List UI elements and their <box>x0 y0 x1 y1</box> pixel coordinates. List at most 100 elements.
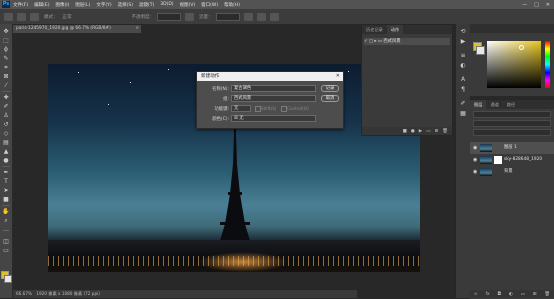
eraser-tool-icon[interactable]: ◇ <box>2 130 10 137</box>
blend-mode-select[interactable] <box>473 120 551 127</box>
action-name-input[interactable]: 复古调色 <box>231 85 316 92</box>
tool-preset-button[interactable] <box>4 12 13 21</box>
smoothing-icon[interactable] <box>256 12 266 21</box>
visibility-eye-icon[interactable]: ◉ <box>473 157 477 163</box>
brush-panel-toggle-icon[interactable] <box>30 12 39 21</box>
layer-style-icon[interactable]: fx <box>485 292 489 297</box>
minimize-icon[interactable]: — <box>522 2 527 8</box>
gradient-tool-icon[interactable]: ▤ <box>2 139 10 146</box>
mode-select[interactable]: 正常 <box>63 14 72 20</box>
delete-icon[interactable]: 🗑 <box>442 129 448 134</box>
rectangle-tool-icon[interactable]: ■ <box>2 196 10 203</box>
properties-panel-icon[interactable]: ≡ <box>459 52 467 59</box>
airbrush-icon[interactable] <box>243 12 253 21</box>
action-check-icon[interactable]: ✓ ▢ ▸ ▭ <box>364 39 382 44</box>
opacity-field[interactable] <box>157 12 181 21</box>
dodge-tool-icon[interactable]: ● <box>2 157 10 164</box>
brush-preset-button[interactable] <box>17 12 26 21</box>
flow-field[interactable] <box>215 12 240 21</box>
menu-select[interactable]: 选择(S) <box>118 2 133 8</box>
path-select-tool-icon[interactable]: ➤ <box>2 187 10 194</box>
layer-row[interactable]: ◉ sky-828648_1920 <box>470 154 554 166</box>
menu-file[interactable]: 文件(F) <box>13 2 28 8</box>
new-set-icon[interactable]: ▭ <box>426 129 430 134</box>
adjustment-layer-icon[interactable]: ◐ <box>509 292 513 297</box>
layer-row[interactable]: ◉ 图层 1 <box>470 142 554 154</box>
menu-help[interactable]: 帮助(H) <box>224 2 240 8</box>
stop-icon[interactable]: ■ <box>403 129 407 134</box>
brush-tool-icon[interactable]: ✐ <box>2 103 10 110</box>
maximize-icon[interactable]: □ <box>534 2 539 8</box>
pressure-opacity-icon[interactable] <box>185 12 194 21</box>
quick-mask-icon[interactable]: ◫ <box>2 238 10 245</box>
group-icon[interactable]: ▭ <box>521 292 525 297</box>
menu-edit[interactable]: 编辑(E) <box>34 2 49 8</box>
cancel-button[interactable]: 取消 <box>321 95 339 102</box>
action-set-item[interactable]: ✓ ▢ ▸ ▭ 西式风景 <box>364 38 450 45</box>
background-color-swatch[interactable] <box>4 275 12 283</box>
tab-paths[interactable]: 路径 <box>503 100 519 109</box>
character-panel-icon[interactable]: A <box>459 76 467 83</box>
close-tab-icon[interactable]: × <box>135 25 139 33</box>
healing-brush-tool-icon[interactable]: ✚ <box>2 94 10 101</box>
menu-layer[interactable]: 图层(L) <box>75 2 90 8</box>
document-tab[interactable]: paris-1245970_1920.jpg @ 66.7% (RGB/8#) … <box>13 25 141 33</box>
link-layers-icon[interactable]: ∞ <box>474 292 478 297</box>
history-panel-icon[interactable]: ⟲ <box>459 28 467 35</box>
action-set-select[interactable]: 西式风景 <box>231 95 316 102</box>
play-icon[interactable]: ▶ <box>419 129 422 134</box>
layer-row[interactable]: ◉ 背景 <box>470 166 554 178</box>
quick-select-tool-icon[interactable]: ✎ <box>2 55 10 62</box>
color-picker-cursor[interactable] <box>519 45 524 50</box>
tab-history[interactable]: 历史记录 <box>362 25 387 34</box>
zoom-tool-icon[interactable]: ⌕ <box>2 217 10 224</box>
menu-image[interactable]: 图像(I) <box>55 2 69 8</box>
menu-filter[interactable]: 滤镜(T) <box>139 2 154 8</box>
visibility-eye-icon[interactable]: ◉ <box>473 145 477 151</box>
more-tools-icon[interactable]: … <box>2 226 10 233</box>
lasso-tool-icon[interactable]: ϕ <box>2 46 10 53</box>
new-layer-icon[interactable]: ⊞ <box>533 292 537 297</box>
color-select[interactable]: ☒ 无 <box>231 115 316 122</box>
actions-panel-icon[interactable]: ▶ <box>459 38 467 45</box>
brushes-panel-icon[interactable]: ✐ <box>459 100 467 107</box>
hand-tool-icon[interactable]: ✋ <box>2 208 10 215</box>
paragraph-panel-icon[interactable]: ¶ <box>459 86 467 93</box>
clone-stamp-tool-icon[interactable]: ♙ <box>2 112 10 119</box>
record-icon[interactable]: ● <box>411 129 415 134</box>
zoom-level[interactable]: 66.67% <box>16 291 32 296</box>
new-action-icon[interactable]: ⊞ <box>435 129 439 134</box>
pen-tool-icon[interactable]: ✒ <box>2 169 10 176</box>
menu-window[interactable]: 窗口(W) <box>201 2 218 8</box>
layer-filter-bar[interactable] <box>473 111 551 118</box>
symmetry-icon[interactable] <box>269 12 279 21</box>
menu-3d[interactable]: 3D(D) <box>160 2 173 7</box>
history-brush-tool-icon[interactable]: ↺ <box>2 121 10 128</box>
marquee-tool-icon[interactable]: ⬚ <box>2 37 10 44</box>
function-key-select[interactable]: 无 <box>231 105 251 112</box>
type-tool-icon[interactable]: T <box>2 178 10 185</box>
tab-actions[interactable]: 动作 <box>386 25 404 34</box>
color-background-swatch[interactable] <box>476 46 485 55</box>
record-button[interactable]: 记录 <box>321 85 339 92</box>
tab-channels[interactable]: 通道 <box>486 100 502 109</box>
screen-mode-icon[interactable]: ▭ <box>2 247 10 254</box>
menu-view[interactable]: 视图(V) <box>180 2 196 8</box>
tab-layers[interactable]: 图层 <box>470 100 487 109</box>
delete-layer-icon[interactable]: 🗑 <box>544 292 550 297</box>
adjustments-panel-icon[interactable]: ◐ <box>459 62 467 69</box>
visibility-eye-icon[interactable]: ◉ <box>473 169 477 175</box>
blur-tool-icon[interactable]: ▲ <box>2 148 10 155</box>
hue-slider[interactable] <box>545 41 550 88</box>
move-tool-icon[interactable]: ✥ <box>2 28 10 35</box>
crop-tool-icon[interactable]: ⌗ <box>2 64 10 71</box>
dialog-close-icon[interactable]: ✕ <box>336 72 340 81</box>
add-mask-icon[interactable]: ◘ <box>498 292 502 297</box>
color-picker-field[interactable] <box>487 41 541 88</box>
eyedropper-tool-icon[interactable]: ⁄ <box>2 82 10 89</box>
close-window-icon[interactable]: ✕ <box>546 2 550 8</box>
menu-type[interactable]: 文字(Y) <box>96 2 111 8</box>
frame-tool-icon[interactable]: ⊠ <box>2 73 10 80</box>
swatches-panel-icon[interactable]: ▦ <box>459 110 467 117</box>
lock-row[interactable] <box>473 129 551 136</box>
